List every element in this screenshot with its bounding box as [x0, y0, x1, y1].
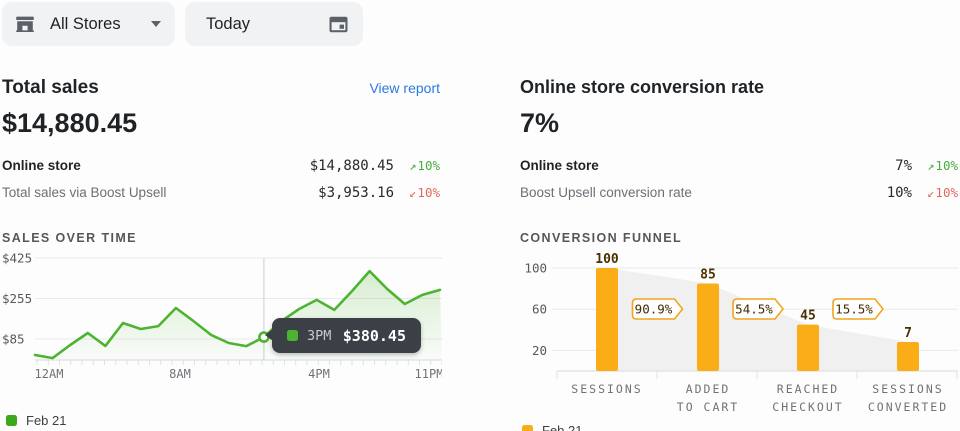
sales-line-chart[interactable]: $425 $255 $85 12AM 8AM 4PM 11PM 3PM $380.45 — [2, 250, 442, 382]
metric-delta: ↙10% — [394, 185, 440, 200]
metric-value: 10% — [782, 185, 912, 201]
sales-legend: Feb 21 — [6, 413, 440, 428]
metric-value: $14,880.45 — [264, 158, 394, 174]
metric-row: Online store$14,880.45↗10% — [2, 152, 440, 179]
view-report-link[interactable]: View report — [369, 80, 440, 96]
funnel-legend-label: Feb 21 — [542, 423, 582, 431]
total-sales-value: $14,880.45 — [2, 108, 440, 139]
metric-label: Online store — [2, 158, 264, 173]
arrow-down-icon: ↙ — [927, 186, 934, 200]
store-filter-button[interactable]: All Stores — [2, 2, 175, 46]
total-sales-panel: Total sales View report $14,880.45 Onlin… — [2, 46, 440, 431]
total-sales-title: Total sales — [2, 77, 99, 99]
filter-toolbar: All Stores Today — [2, 2, 960, 46]
metric-value: $3,953.16 — [264, 185, 394, 201]
metric-label: Online store — [520, 158, 782, 173]
total-sales-metric-rows: Online store$14,880.45↗10%Total sales vi… — [2, 152, 440, 206]
svg-text:12AM: 12AM — [35, 367, 64, 381]
arrow-up-icon: ↗ — [409, 159, 416, 173]
conversion-funnel-heading: CONVERSION FUNNEL — [520, 231, 958, 247]
svg-text:CHECKOUT: CHECKOUT — [772, 400, 843, 414]
tooltip-time: 3PM — [307, 328, 331, 344]
svg-text:7: 7 — [904, 326, 912, 341]
metric-delta: ↗10% — [394, 158, 440, 173]
calendar-icon — [327, 12, 350, 36]
svg-text:SESSIONS: SESSIONS — [571, 382, 642, 396]
metric-row: Online store7%↗10% — [520, 152, 958, 179]
conversion-title: Online store conversion rate — [520, 77, 764, 98]
svg-text:100: 100 — [524, 261, 547, 276]
svg-text:20: 20 — [532, 343, 547, 358]
metric-value: 7% — [782, 158, 912, 174]
metric-row: Total sales via Boost Upsell$3,953.16↙10… — [2, 179, 440, 206]
conversion-metric-rows: Online store7%↗10%Boost Upsell conversio… — [520, 152, 958, 206]
svg-text:15.5%: 15.5% — [835, 302, 873, 317]
funnel-legend: Feb 21 — [522, 423, 958, 431]
svg-text:ADDED: ADDED — [686, 382, 731, 396]
svg-text:85: 85 — [700, 267, 716, 282]
svg-text:45: 45 — [800, 309, 816, 324]
svg-text:SESSIONS: SESSIONS — [872, 382, 943, 396]
svg-text:60: 60 — [532, 302, 547, 317]
arrow-down-icon: ↙ — [409, 186, 416, 200]
svg-text:90.9%: 90.9% — [635, 302, 673, 317]
metric-delta: ↗10% — [912, 158, 958, 173]
arrow-up-icon: ↗ — [927, 159, 934, 173]
svg-text:TO CART: TO CART — [677, 400, 739, 414]
legend-swatch-green — [6, 415, 17, 426]
svg-text:4PM: 4PM — [308, 367, 330, 381]
svg-text:$255: $255 — [2, 291, 32, 306]
svg-text:$85: $85 — [2, 332, 25, 347]
metric-label: Total sales via Boost Upsell — [2, 185, 264, 200]
chart-tooltip: 3PM $380.45 — [272, 318, 421, 353]
date-filter-button[interactable]: Today — [185, 2, 363, 46]
store-filter-label: All Stores — [50, 15, 121, 34]
conversion-value: 7% — [520, 108, 958, 139]
svg-text:$425: $425 — [2, 251, 32, 266]
sales-legend-label: Feb 21 — [26, 413, 66, 428]
svg-text:CONVERTED: CONVERTED — [868, 400, 948, 414]
svg-text:11PM: 11PM — [415, 367, 442, 381]
conversion-funnel-chart[interactable]: 100 60 20 100 85 45 7 90.9% 54.5% 15.5% SESSIONS AD… — [520, 248, 960, 415]
date-filter-label: Today — [206, 15, 250, 34]
metric-label: Boost Upsell conversion rate — [520, 185, 782, 200]
conversion-rate-panel: Online store conversion rate 7% Online s… — [520, 46, 958, 431]
metric-delta: ↙10% — [912, 185, 958, 200]
tooltip-series-swatch — [287, 330, 298, 341]
svg-text:100: 100 — [595, 252, 619, 267]
chevron-down-icon — [151, 21, 161, 27]
sales-over-time-heading: SALES OVER TIME — [2, 231, 440, 247]
storefront-icon — [13, 12, 37, 36]
metric-row: Boost Upsell conversion rate10%↙10% — [520, 179, 958, 206]
svg-text:54.5%: 54.5% — [735, 302, 773, 317]
tooltip-value: $380.45 — [343, 327, 406, 345]
conversion-funnel-svg[interactable]: 100 60 20 100 85 45 7 90.9% 54.5% 15.5% SESSIONS AD… — [520, 248, 960, 415]
sales-line-chart-svg[interactable]: $425 $255 $85 12AM 8AM 4PM 11PM — [2, 250, 442, 382]
svg-text:REACHED: REACHED — [777, 382, 839, 396]
svg-text:8AM: 8AM — [169, 367, 191, 381]
legend-swatch-orange — [522, 425, 533, 431]
